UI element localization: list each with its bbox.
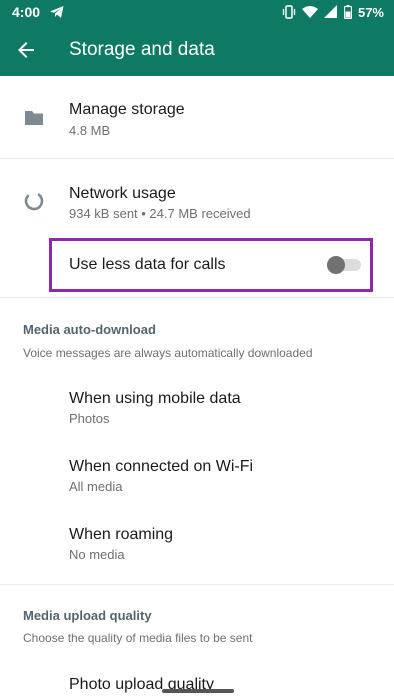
status-time: 4:00 — [12, 4, 41, 20]
network-usage-item[interactable]: Network usage 934 kB sent • 24.7 MB rece… — [0, 159, 394, 227]
app-bar: Storage and data — [0, 24, 394, 76]
signal-icon — [323, 5, 337, 18]
roaming-item[interactable]: When roaming No media — [0, 508, 394, 576]
roaming-label: When roaming — [69, 526, 174, 543]
back-arrow-icon[interactable] — [14, 38, 38, 62]
manage-storage-value: 4.8 MB — [69, 123, 111, 138]
battery-percent: 57% — [357, 4, 384, 20]
navigation-handle[interactable] — [162, 689, 234, 693]
mobile-data-item[interactable]: When using mobile data Photos — [0, 372, 394, 440]
mobile-data-label: When using mobile data — [69, 390, 241, 407]
page-title: Storage and data — [69, 39, 215, 60]
manage-storage-item[interactable]: Manage storage 4.8 MB — [0, 76, 394, 158]
status-bar: 4:00 57% — [0, 0, 394, 24]
toggle-thumb — [327, 256, 345, 274]
photo-upload-quality-item[interactable]: Photo upload quality — [0, 658, 394, 700]
roaming-value: No media — [69, 547, 125, 562]
wifi-value: All media — [69, 479, 123, 494]
divider — [0, 297, 394, 298]
network-usage-label: Network usage — [69, 185, 176, 202]
telegram-icon — [50, 6, 64, 18]
battery-icon — [343, 5, 352, 19]
use-less-data-toggle[interactable] — [327, 256, 361, 274]
use-less-data-label: Use less data for calls — [69, 256, 226, 273]
manage-storage-label: Manage storage — [69, 101, 185, 118]
vibrate-icon — [282, 5, 296, 19]
mobile-data-value: Photos — [69, 411, 110, 426]
network-usage-value: 934 kB sent • 24.7 MB received — [69, 206, 251, 221]
wifi-label: When connected on Wi-Fi — [69, 458, 254, 475]
wifi-item[interactable]: When connected on Wi-Fi All media — [0, 440, 394, 508]
divider — [0, 584, 394, 585]
media-upload-quality-title: Media upload quality — [23, 608, 152, 623]
status-icons: 57% — [282, 4, 384, 20]
data-usage-icon — [24, 191, 44, 211]
media-auto-download-title: Media auto-download — [23, 322, 156, 337]
settings-list: Manage storage 4.8 MB Network usage 934 … — [0, 76, 394, 700]
media-upload-quality-subtitle: Choose the quality of media files to be … — [23, 631, 253, 645]
media-auto-download-subtitle: Voice messages are always automatically … — [23, 346, 313, 360]
wifi-icon — [301, 6, 318, 18]
folder-icon — [25, 111, 43, 125]
